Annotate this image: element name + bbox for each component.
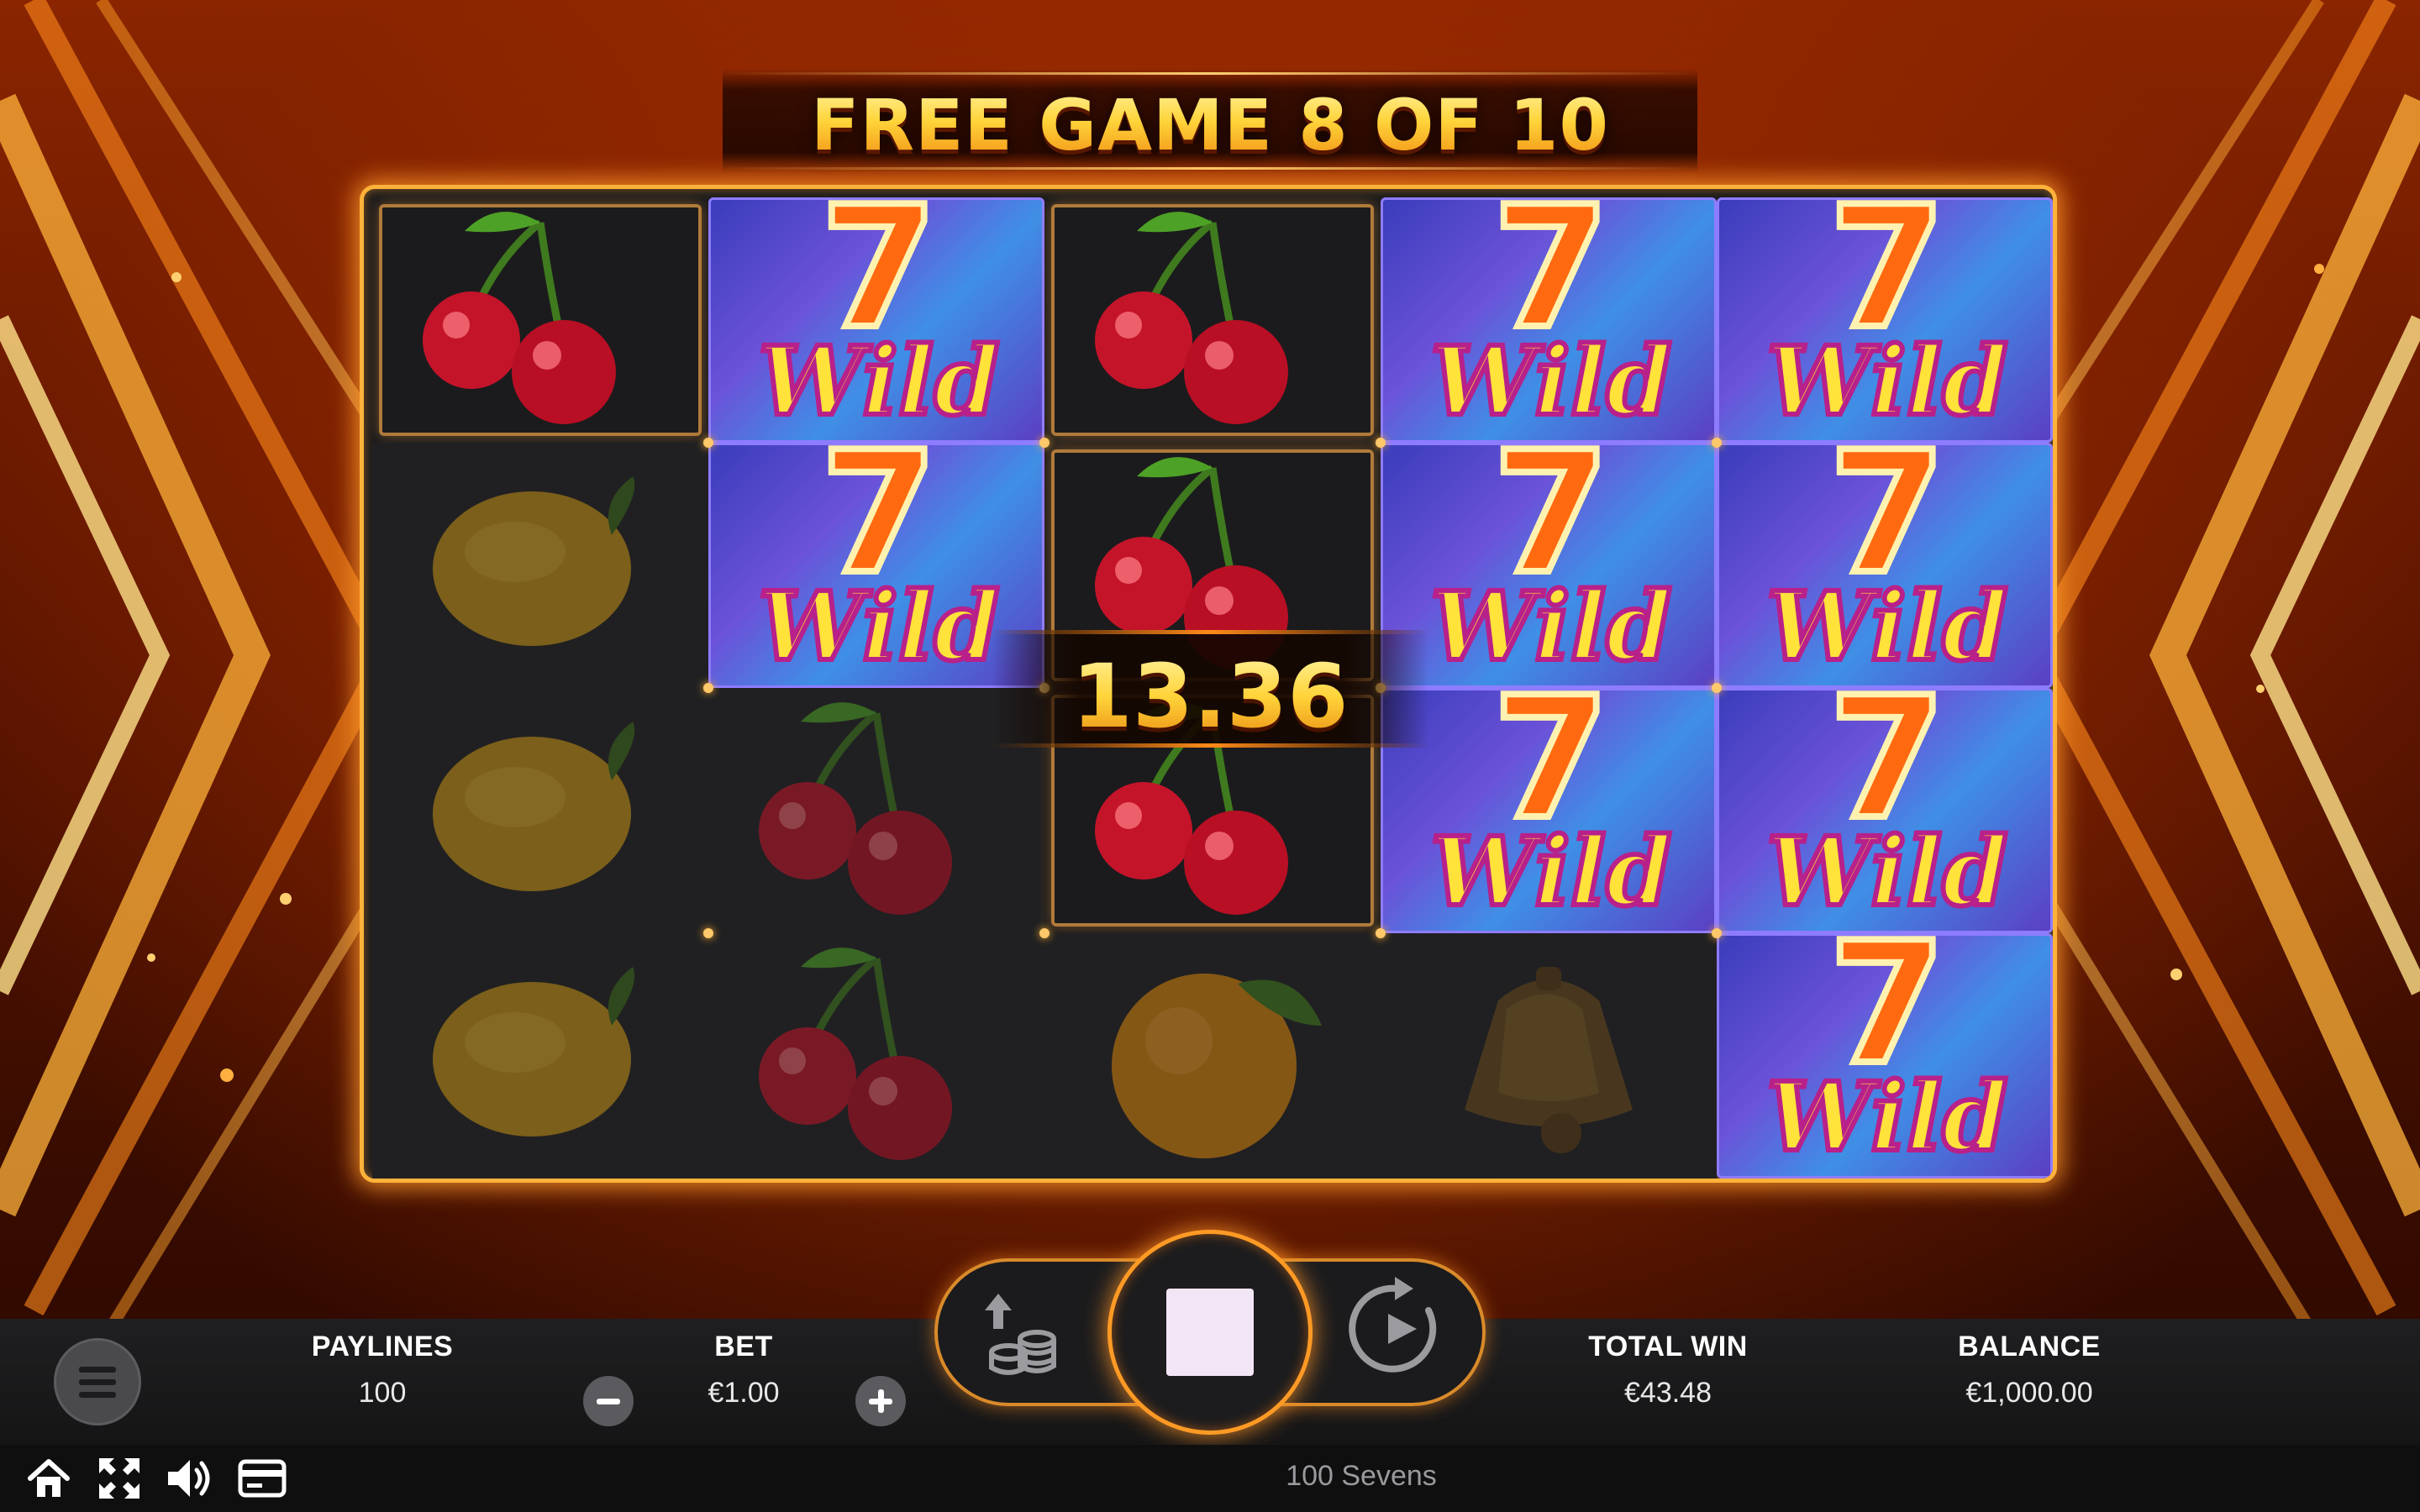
- reel-cell-wild: 7 Wild: [1717, 658, 2053, 933]
- paylines-value: 100: [358, 1377, 407, 1409]
- paylines-label: PAYLINES: [311, 1331, 454, 1362]
- balance-label: BALANCE: [1958, 1331, 2101, 1362]
- history-icon: [238, 1459, 287, 1498]
- total-win-display: TOTAL WIN €43.48: [1546, 1331, 1790, 1410]
- history-button[interactable]: [237, 1455, 287, 1506]
- home-icon: [28, 1459, 70, 1497]
- svg-text:Wild: Wild: [1766, 1063, 2007, 1173]
- stop-icon: [1166, 1289, 1254, 1376]
- sound-button[interactable]: [165, 1455, 218, 1506]
- bet-increase-button[interactable]: [855, 1376, 906, 1426]
- game-scene: FREE GAME 8 OF 10 7 Wild 7 Wild 7 Wild 7…: [0, 0, 2420, 1512]
- paylines-display: PAYLINES 100: [277, 1331, 487, 1410]
- svg-text:Wild: Wild: [1430, 572, 1671, 682]
- game-name: 100 Sevens: [1286, 1460, 1437, 1492]
- svg-text:Wild: Wild: [1430, 327, 1671, 437]
- bell-icon: [1381, 933, 1717, 1179]
- sound-icon: [168, 1460, 210, 1497]
- coins-icon: [985, 1294, 1056, 1375]
- balance-display: BALANCE €1,000.00: [1907, 1331, 2151, 1410]
- wild-icon: 7 Wild: [1719, 903, 2053, 1179]
- reel-cell-cherry: [1044, 197, 1381, 443]
- total-win-value: €43.48: [1624, 1377, 1712, 1409]
- reel-cell-lemon: [372, 688, 708, 933]
- reel-separator-dot: [1712, 683, 1722, 693]
- reel-cell-wild: 7 Wild: [708, 189, 1044, 443]
- wild-icon: 7 Wild: [1719, 189, 2053, 449]
- fullscreen-button[interactable]: [96, 1455, 143, 1506]
- wild-icon: 7 Wild: [1383, 189, 1719, 449]
- wild-icon: 7 Wild: [1383, 412, 1719, 695]
- reel-separator-dot: [1712, 928, 1722, 938]
- reel-cell-wild: 7 Wild: [1717, 903, 2053, 1179]
- reel-separator-dot: [703, 928, 713, 938]
- win-amount-overlay: 13.36: [992, 613, 1428, 764]
- svg-text:Wild: Wild: [1766, 572, 2007, 682]
- menu-button[interactable]: [54, 1338, 141, 1425]
- svg-text:Wild: Wild: [1766, 817, 2007, 927]
- reel-cell-wild: 7 Wild: [1717, 412, 2053, 688]
- svg-text:Wild: Wild: [1766, 327, 2007, 437]
- cherry-icon: [708, 933, 1044, 1179]
- cherry-icon: [1044, 197, 1381, 447]
- reel-separator-dot: [1039, 438, 1050, 448]
- reel-separator-dot: [1039, 928, 1050, 938]
- bet-decrease-button[interactable]: [583, 1376, 634, 1426]
- reel-cell-cherry: [708, 933, 1044, 1179]
- reel-separator-dot: [703, 438, 713, 448]
- bet-label: BET: [714, 1331, 773, 1362]
- wild-icon: 7 Wild: [1383, 658, 1719, 940]
- autoplay-icon: [1349, 1277, 1437, 1373]
- free-game-title: FREE GAME 8 OF 10: [723, 84, 1697, 166]
- reel-cell-orange: [1044, 933, 1381, 1179]
- bet-display: BET €1.00: [643, 1331, 844, 1410]
- wild-icon: 7 Wild: [711, 189, 1047, 449]
- balance-value: €1,000.00: [1965, 1377, 2093, 1409]
- reel-separator-dot: [1376, 438, 1386, 448]
- reel-cell-wild: 7 Wild: [1381, 658, 1717, 933]
- title-banner: FREE GAME 8 OF 10: [723, 69, 1697, 173]
- reel-cell-wild: 7 Wild: [1381, 412, 1717, 688]
- lemon-icon: [372, 688, 708, 937]
- svg-text:Wild: Wild: [758, 572, 999, 682]
- reel-cell-lemon: [372, 443, 708, 688]
- lemon-icon: [372, 933, 708, 1179]
- reel-cell-cherry: [372, 197, 708, 443]
- fullscreen-icon: [99, 1458, 139, 1499]
- orange-icon: [1044, 933, 1381, 1179]
- wild-icon: 7 Wild: [1719, 412, 2053, 695]
- svg-text:Wild: Wild: [1430, 817, 1671, 927]
- svg-text:Wild: Wild: [758, 327, 999, 437]
- reel-separator-dot: [1712, 438, 1722, 448]
- minus-icon: [597, 1399, 620, 1404]
- reel-cell-bell: [1381, 933, 1717, 1179]
- bet-value: €1.00: [708, 1377, 780, 1409]
- cherry-icon: [372, 197, 708, 447]
- reel-cell-lemon: [372, 933, 708, 1179]
- win-amount: 13.36: [992, 645, 1428, 748]
- reel-cell-wild: 7 Wild: [1381, 189, 1717, 443]
- reel-cell-wild: 7 Wild: [1717, 189, 2053, 443]
- menu-icon: [79, 1367, 116, 1398]
- bet-levels-button[interactable]: [975, 1285, 1067, 1386]
- wild-icon: 7 Wild: [1719, 658, 2053, 940]
- reel-separator-dot: [1376, 928, 1386, 938]
- autoplay-button[interactable]: [1344, 1273, 1454, 1383]
- status-bar: [0, 1445, 2420, 1512]
- lemon-icon: [372, 443, 708, 692]
- total-win-label: TOTAL WIN: [1588, 1331, 1748, 1362]
- reel-separator-dot: [703, 683, 713, 693]
- home-button[interactable]: [25, 1455, 72, 1506]
- plus-icon: [869, 1389, 892, 1413]
